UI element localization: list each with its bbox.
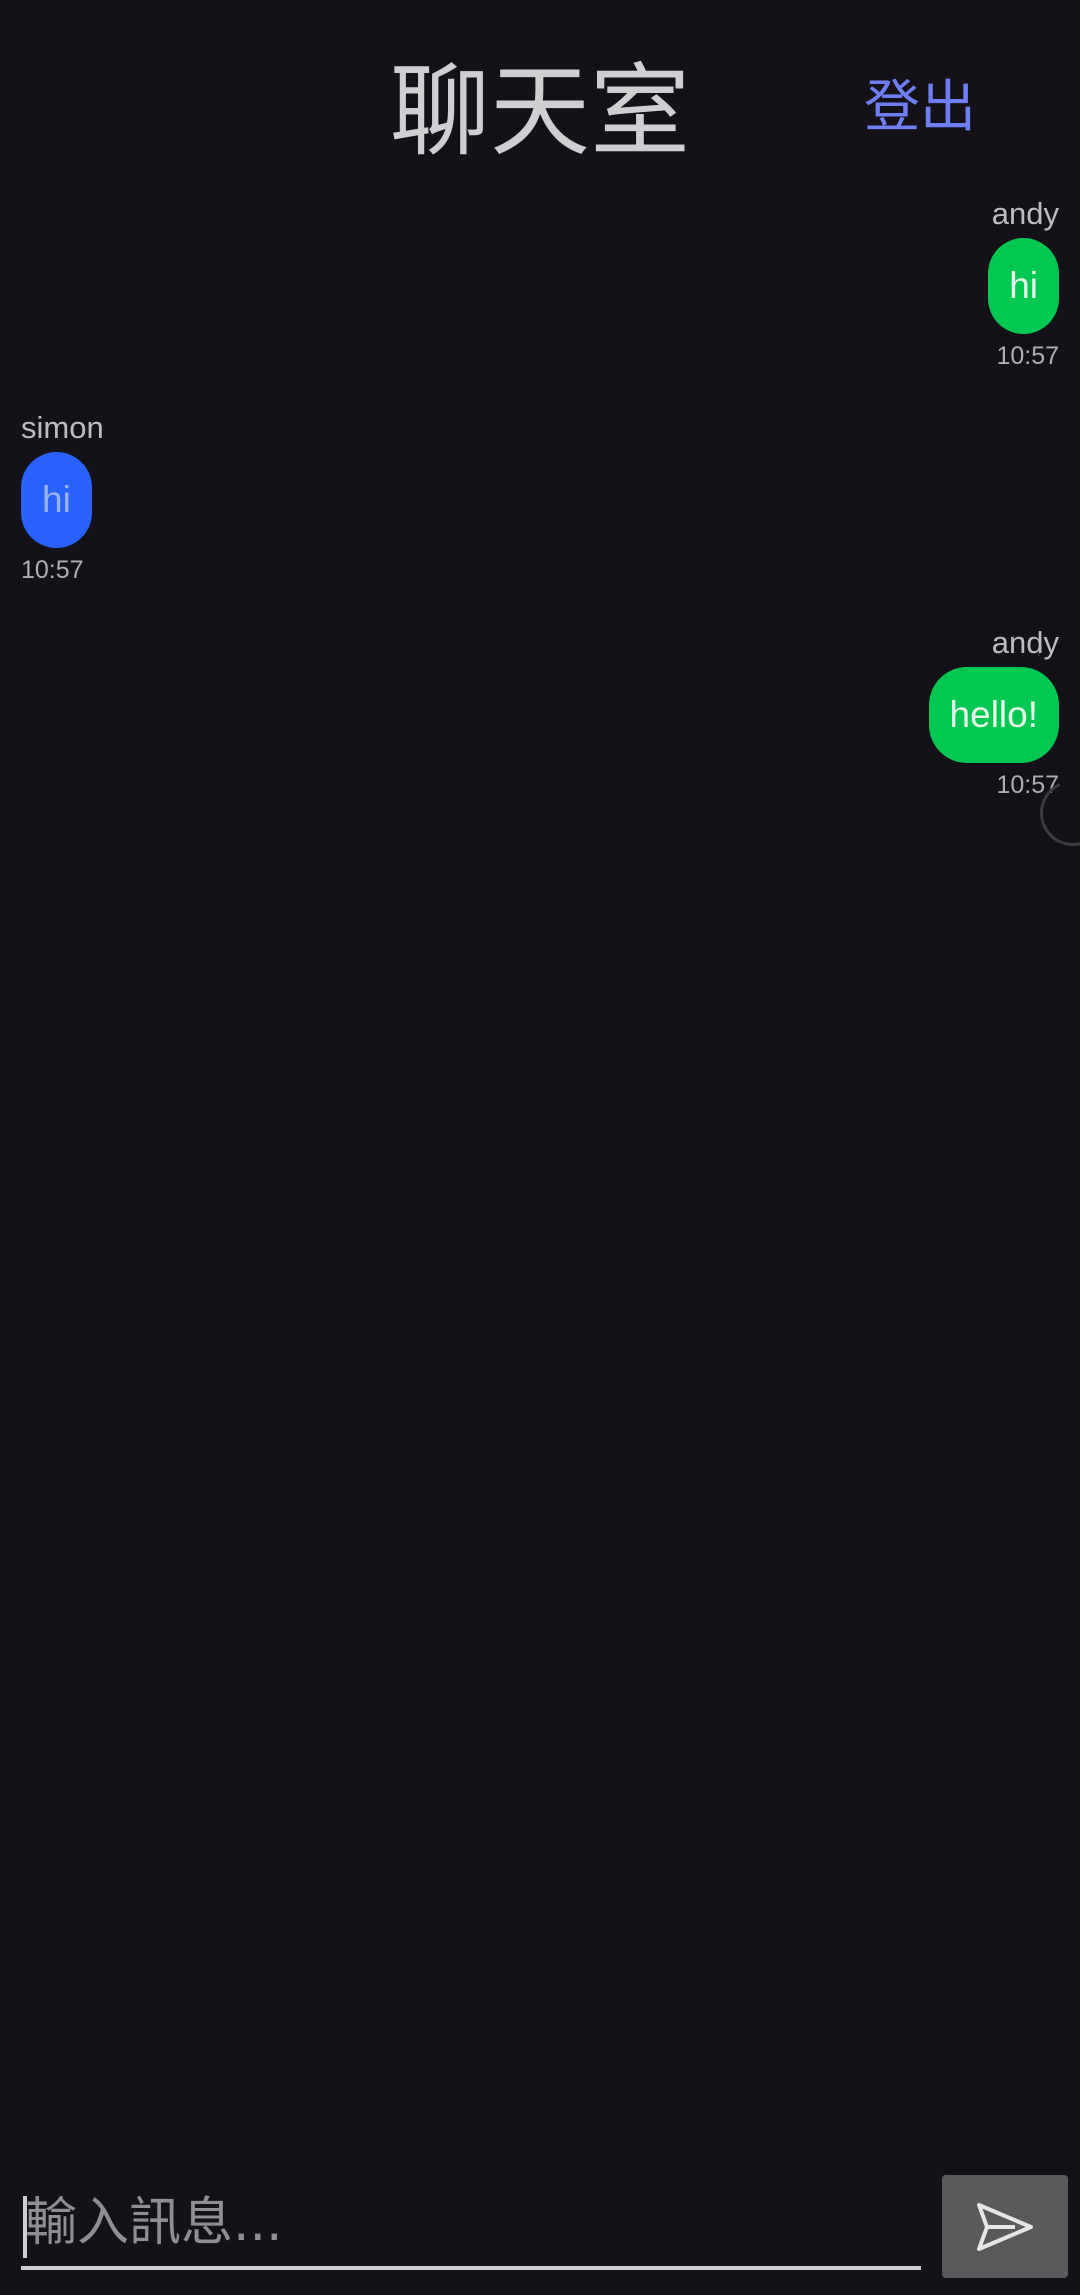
message-composer <box>21 2180 921 2276</box>
send-button[interactable] <box>942 2175 1068 2278</box>
message-bubble: hi <box>21 452 92 548</box>
message-item: andy hi 10:57 <box>988 196 1059 372</box>
message-sender: andy <box>991 196 1059 231</box>
send-icon <box>977 2202 1033 2251</box>
message-time: 10:57 <box>996 771 1059 799</box>
message-sender: andy <box>991 625 1059 660</box>
message-input[interactable] <box>21 2180 921 2270</box>
message-item: simon hi 10:57 <box>21 410 104 586</box>
message-sender: simon <box>21 410 104 445</box>
message-bubble: hello! <box>928 667 1059 763</box>
message-bubble: hi <box>988 238 1059 334</box>
message-item: andy hello! 10:57 <box>928 625 1059 801</box>
logout-button[interactable]: 登出 <box>860 68 980 148</box>
message-time: 10:57 <box>996 342 1059 370</box>
message-time: 10:57 <box>21 556 84 584</box>
text-cursor <box>23 2196 27 2258</box>
